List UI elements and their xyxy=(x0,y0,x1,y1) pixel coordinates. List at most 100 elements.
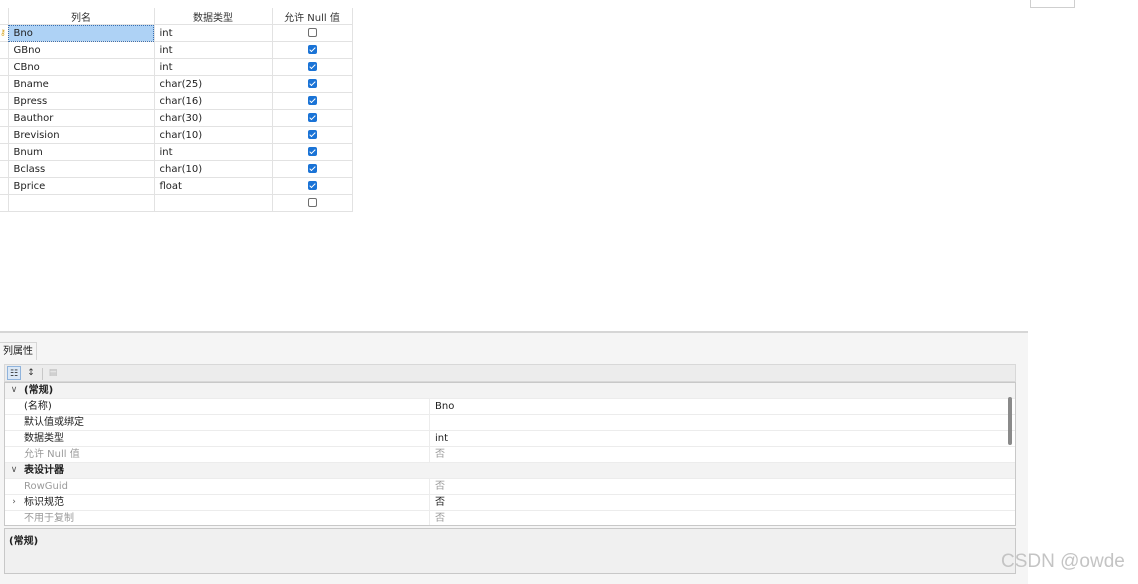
table-row[interactable]: Bnum int xyxy=(0,143,353,161)
property-description: (常规) xyxy=(4,528,1016,574)
property-row[interactable]: 允许 Null 值 否 xyxy=(5,447,1015,463)
data-type-cell[interactable] xyxy=(153,194,273,212)
column-divider xyxy=(429,479,430,494)
row-selector[interactable] xyxy=(0,126,9,144)
expand-chevron-icon[interactable]: › xyxy=(9,495,19,510)
table-row[interactable]: GBno int xyxy=(0,41,353,59)
property-value[interactable]: 否 xyxy=(435,511,445,525)
property-row[interactable]: 默认值或绑定 xyxy=(5,415,1015,431)
row-selector[interactable] xyxy=(0,177,9,195)
property-category[interactable]: ∨ (常规) xyxy=(5,383,1015,399)
column-divider xyxy=(429,431,430,446)
property-grid: ∨ (常规) (名称) Bno 默认值或绑定 数据类型 int 允许 Null 值否 ∨ 表设计器… xyxy=(4,382,1016,526)
collapse-chevron-icon[interactable]: ∨ xyxy=(9,463,19,478)
property-value[interactable]: 否 xyxy=(435,447,445,462)
property-name: 不用于复制 xyxy=(24,513,74,524)
allow-null-checkbox[interactable] xyxy=(307,28,317,37)
property-value[interactable]: Bno xyxy=(435,399,454,414)
column-name-cell[interactable]: Bnum xyxy=(7,143,155,161)
column-divider xyxy=(429,399,430,414)
top-right-frame xyxy=(1030,0,1075,8)
allow-null-checkbox[interactable] xyxy=(307,62,317,71)
column-name-header: 列名 xyxy=(7,8,155,25)
allow-null-checkbox[interactable] xyxy=(307,113,317,122)
table-row[interactable] xyxy=(0,194,353,212)
allow-null-cell xyxy=(271,143,353,161)
column-name-cell[interactable]: Bno xyxy=(7,24,155,42)
allow-null-cell xyxy=(271,194,353,212)
property-row[interactable]: RowGuid 否 xyxy=(5,479,1015,495)
vertical-scrollbar[interactable] xyxy=(1008,397,1012,445)
table-row[interactable]: Brevision char(10) xyxy=(0,126,353,144)
property-row[interactable]: (名称) Bno xyxy=(5,399,1015,415)
table-row[interactable]: Bauthor char(30) xyxy=(0,109,353,127)
allow-null-checkbox[interactable] xyxy=(307,198,317,207)
row-selector[interactable] xyxy=(0,41,9,59)
allow-null-checkbox[interactable] xyxy=(307,147,317,156)
column-name-cell[interactable]: Bauthor xyxy=(7,109,155,127)
column-divider xyxy=(429,447,430,462)
row-selector[interactable] xyxy=(0,160,9,178)
property-row[interactable]: 不用于复制 否 xyxy=(5,511,1015,525)
row-selector[interactable] xyxy=(0,194,9,212)
data-type-cell[interactable]: char(25) xyxy=(153,75,273,93)
row-selector[interactable] xyxy=(0,58,9,76)
property-category[interactable]: ∨ 表设计器 xyxy=(5,463,1015,479)
table-row[interactable]: CBno int xyxy=(0,58,353,76)
data-type-cell[interactable]: int xyxy=(153,24,273,42)
column-name-cell[interactable]: GBno xyxy=(7,41,155,59)
primary-key-icon: ⚷ xyxy=(0,28,6,37)
property-pages-icon: ▤ xyxy=(48,368,58,378)
column-name-cell[interactable]: CBno xyxy=(7,58,155,76)
allow-null-cell xyxy=(271,92,353,110)
watermark: CSDN @owde xyxy=(1001,551,1125,572)
row-selector[interactable] xyxy=(0,109,9,127)
allow-null-cell xyxy=(271,75,353,93)
property-name: 允许 Null 值 xyxy=(24,449,80,460)
column-properties-panel: 列属性 ☷ ↕ ▤ ∨ (常规) (名称) Bno 默认值或绑定 数据类型 int 允许 Nu… xyxy=(0,331,1028,584)
categorized-icon[interactable]: ☷ xyxy=(7,366,21,380)
allow-null-cell xyxy=(271,109,353,127)
data-type-cell[interactable]: int xyxy=(153,58,273,76)
data-type-cell[interactable]: char(10) xyxy=(153,126,273,144)
row-selector[interactable]: ⚷ xyxy=(0,24,9,42)
allow-null-header: 允许 Null 值 xyxy=(271,8,353,25)
data-type-cell[interactable]: char(10) xyxy=(153,160,273,178)
data-type-cell[interactable]: char(16) xyxy=(153,92,273,110)
column-name-cell[interactable]: Bprice xyxy=(7,177,155,195)
collapse-chevron-icon[interactable]: ∨ xyxy=(9,383,19,398)
data-type-cell[interactable]: float xyxy=(153,177,273,195)
table-row[interactable]: Bpress char(16) xyxy=(0,92,353,110)
table-row[interactable]: Bclass char(10) xyxy=(0,160,353,178)
row-selector[interactable] xyxy=(0,92,9,110)
row-selector[interactable] xyxy=(0,143,9,161)
allow-null-checkbox[interactable] xyxy=(307,130,317,139)
column-name-cell[interactable] xyxy=(7,194,155,212)
property-name: RowGuid xyxy=(24,481,69,492)
row-selector[interactable] xyxy=(0,75,9,93)
properties-toolbar: ☷ ↕ ▤ xyxy=(4,364,1016,382)
allow-null-checkbox[interactable] xyxy=(307,181,317,190)
column-name-cell[interactable]: Bname xyxy=(7,75,155,93)
allow-null-cell xyxy=(271,160,353,178)
table-row[interactable]: Bprice float xyxy=(0,177,353,195)
column-name-cell[interactable]: Bpress xyxy=(7,92,155,110)
sort-alphabetical-icon[interactable]: ↕ xyxy=(24,366,38,380)
data-type-cell[interactable]: int xyxy=(153,143,273,161)
column-name-cell[interactable]: Brevision xyxy=(7,126,155,144)
allow-null-checkbox[interactable] xyxy=(307,96,317,105)
allow-null-checkbox[interactable] xyxy=(307,45,317,54)
table-row[interactable]: ⚷ Bno int xyxy=(0,24,353,42)
property-value[interactable]: int xyxy=(435,431,448,446)
property-row[interactable]: › 标识规范 否 xyxy=(5,495,1015,511)
table-row[interactable]: Bname char(25) xyxy=(0,75,353,93)
property-value[interactable]: 否 xyxy=(435,479,445,494)
allow-null-checkbox[interactable] xyxy=(307,79,317,88)
data-type-cell[interactable]: char(30) xyxy=(153,109,273,127)
allow-null-checkbox[interactable] xyxy=(307,164,317,173)
tab-column-properties[interactable]: 列属性 xyxy=(0,342,37,360)
column-name-cell[interactable]: Bclass xyxy=(7,160,155,178)
property-row[interactable]: 数据类型 int xyxy=(5,431,1015,447)
property-value[interactable]: 否 xyxy=(435,495,445,510)
data-type-cell[interactable]: int xyxy=(153,41,273,59)
